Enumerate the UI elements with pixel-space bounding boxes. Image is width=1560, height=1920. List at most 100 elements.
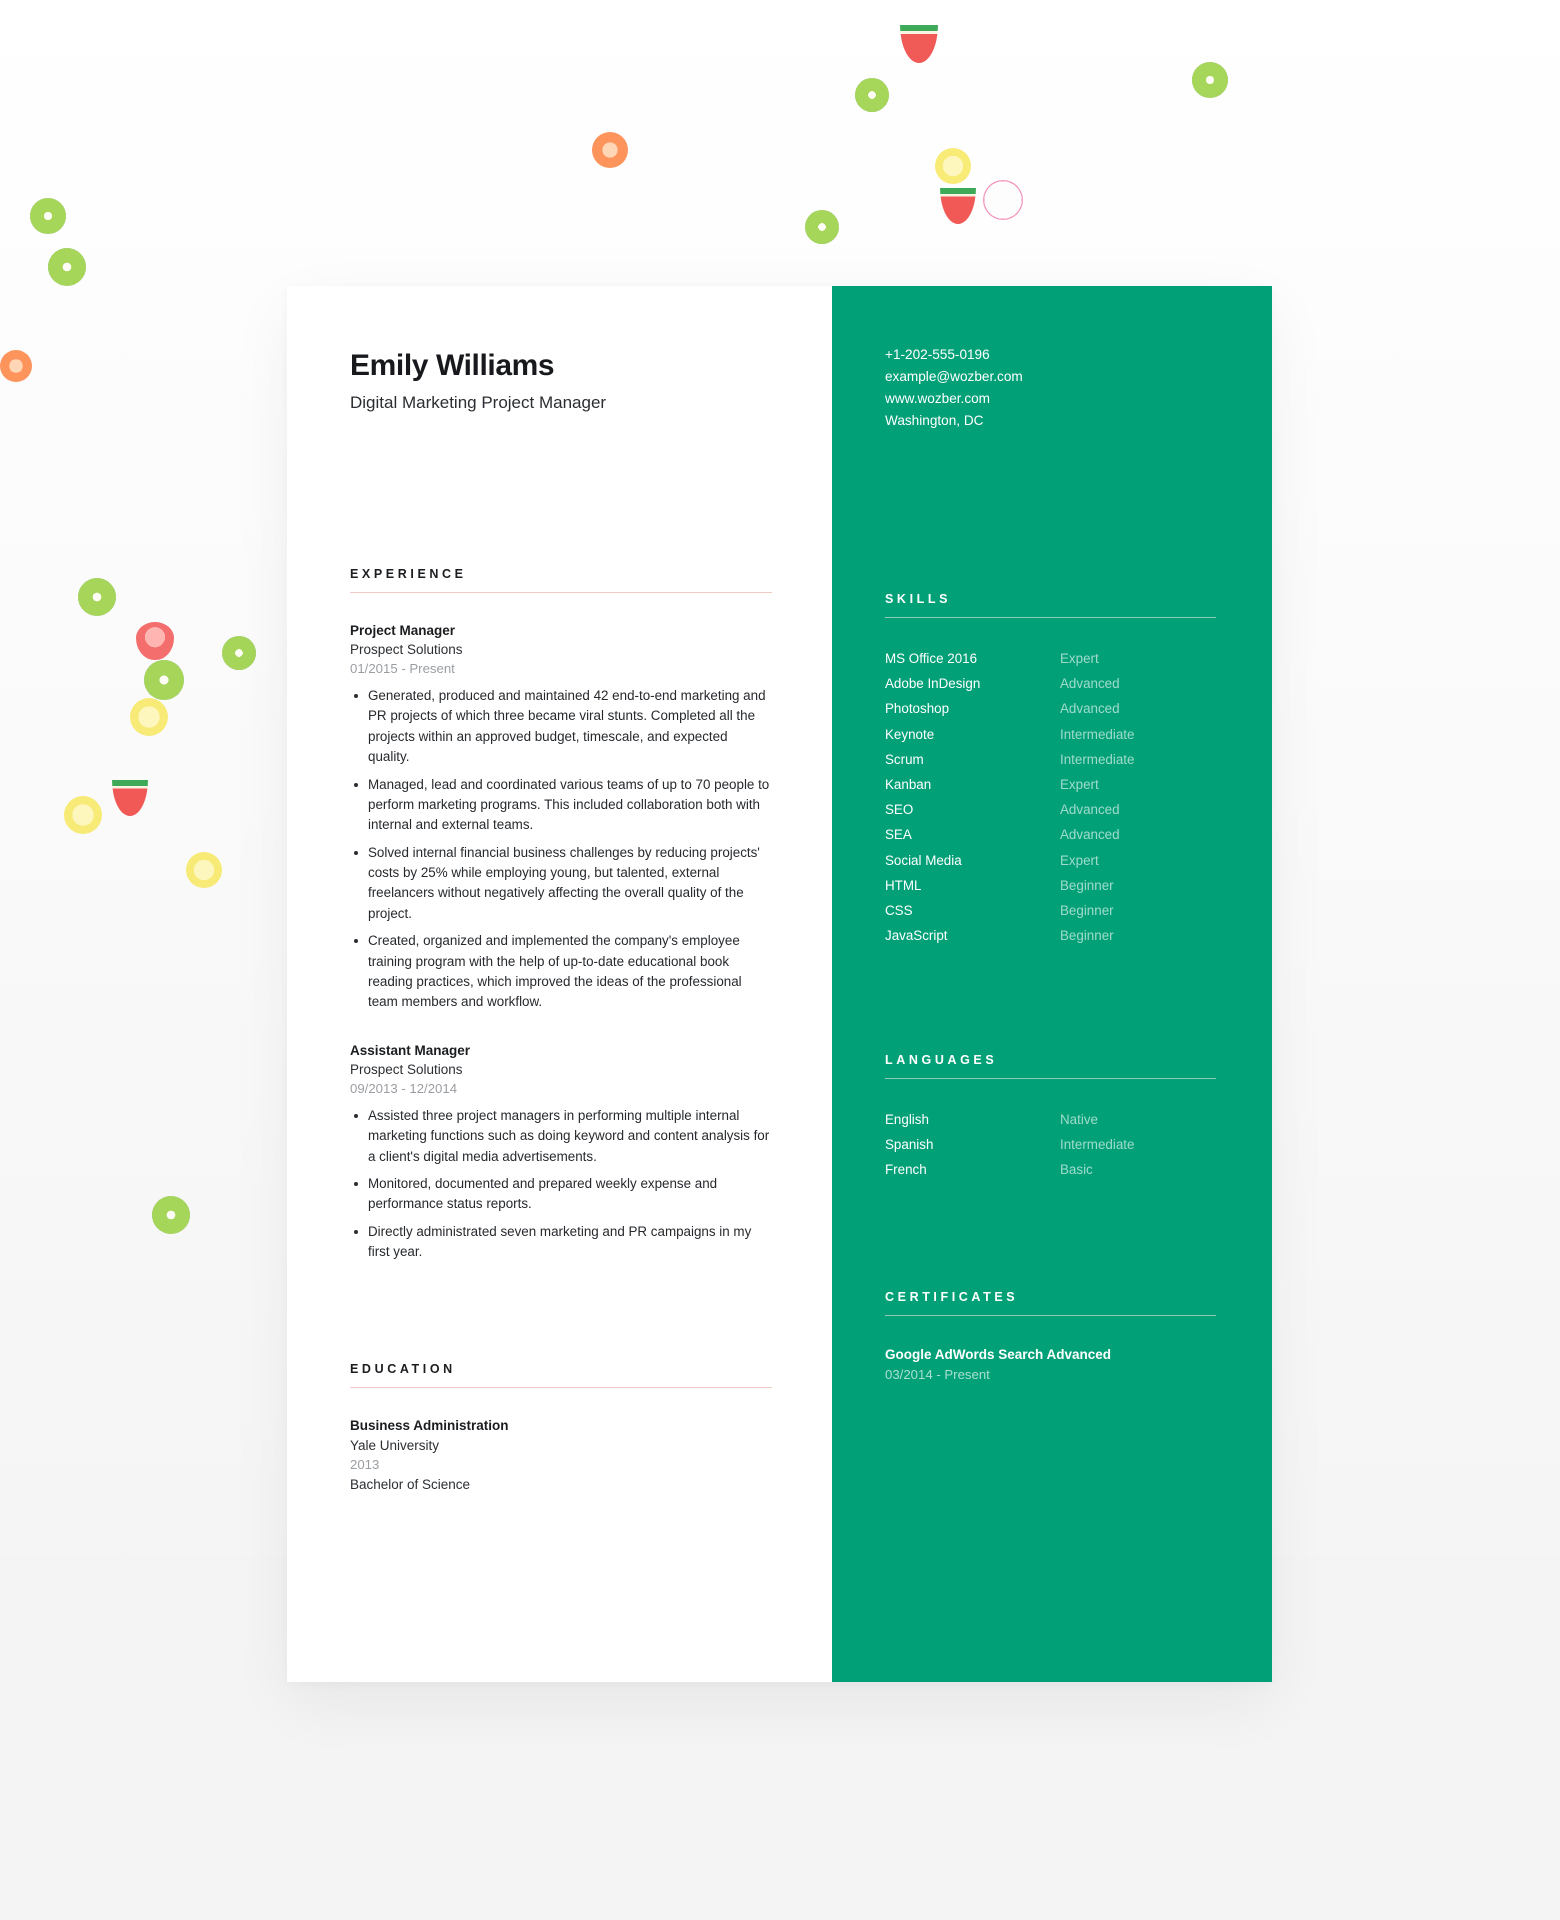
list-item: HTML Beginner bbox=[885, 873, 1216, 898]
skill-level: Advanced bbox=[1060, 701, 1120, 717]
kiwi-sticker bbox=[48, 248, 86, 286]
lemon-sticker bbox=[64, 796, 102, 834]
entry-bullet: Monitored, documented and prepared weekl… bbox=[354, 1174, 772, 1215]
list-item: JavaScript Beginner bbox=[885, 923, 1216, 948]
list-item: Social Media Expert bbox=[885, 848, 1216, 873]
kiwi-sticker bbox=[1192, 62, 1228, 98]
skill-level: Expert bbox=[1060, 651, 1099, 667]
skill-name: Adobe InDesign bbox=[885, 676, 981, 692]
languages-divider bbox=[885, 1077, 1216, 1079]
skill-level: Intermediate bbox=[1060, 751, 1135, 767]
orange-sticker bbox=[592, 132, 628, 168]
certificate-item: Google AdWords Search Advanced 03/2014 - … bbox=[885, 1345, 1216, 1384]
skill-level: Beginner bbox=[1060, 877, 1114, 893]
contact-email: example@wozber.com bbox=[885, 369, 1023, 385]
language-level: Native bbox=[1060, 1111, 1098, 1127]
orange-sticker bbox=[0, 350, 32, 382]
resume-entry: Project Manager Prospect Solutions 01/2015… bbox=[350, 621, 772, 1013]
entry-title: Project Manager bbox=[350, 623, 456, 638]
skill-name: Kanban bbox=[885, 777, 932, 793]
kiwi-sticker bbox=[855, 78, 889, 112]
education-divider bbox=[350, 1387, 772, 1389]
skill-name: Social Media bbox=[885, 852, 962, 868]
page-title: Emily Williams Digital Marketing Project… bbox=[350, 348, 772, 413]
list-item: Keynote Intermediate bbox=[885, 722, 1216, 747]
skill-level: Advanced bbox=[1060, 802, 1120, 818]
resume-sidebar: +1-202-555-0196 example@wozber.com www.w… bbox=[832, 286, 1272, 1682]
skill-level: Beginner bbox=[1060, 928, 1114, 944]
entry-date: 09/2013 - 12/2014 bbox=[350, 1081, 458, 1097]
skill-level: Expert bbox=[1060, 852, 1099, 868]
languages-list: English Native Spanish Intermediate French Ba… bbox=[885, 1107, 1216, 1183]
certificates-section: CERTIFICATES Google AdWords Search Advan… bbox=[885, 1290, 1216, 1384]
skill-name: CSS bbox=[885, 903, 913, 919]
skill-level: Intermediate bbox=[1060, 726, 1135, 742]
skill-name: SEO bbox=[885, 802, 914, 818]
list-item: Photoshop Advanced bbox=[885, 696, 1216, 721]
lemon-sticker bbox=[935, 148, 971, 184]
dragonfruit-sticker bbox=[983, 180, 1023, 220]
language-name: English bbox=[885, 1111, 929, 1127]
skill-level: Advanced bbox=[1060, 676, 1120, 692]
skill-name: Keynote bbox=[885, 726, 935, 742]
education-section: EDUCATION Business Administration Yale Un… bbox=[350, 1362, 772, 1494]
resume-page: Emily Williams Digital Marketing Project… bbox=[287, 286, 1272, 1682]
resume-main-column: Emily Williams Digital Marketing Project… bbox=[287, 286, 832, 1682]
entry-bullet-list: Generated, produced and maintained 42 en… bbox=[350, 686, 772, 1013]
resume-entry: Assistant Manager Prospect Solutions 09/20… bbox=[350, 1041, 772, 1263]
languages-heading: LANGUAGES bbox=[885, 1052, 998, 1067]
education-entry-list: Business Administration Yale University 20… bbox=[350, 1416, 772, 1494]
list-item: Spanish Intermediate bbox=[885, 1132, 1216, 1157]
entry-organization: Prospect Solutions bbox=[350, 1061, 463, 1077]
kiwi-sticker bbox=[152, 1196, 190, 1234]
kiwi-sticker bbox=[805, 210, 839, 244]
entry-date: 2013 bbox=[350, 1456, 380, 1472]
list-item: Adobe InDesign Advanced bbox=[885, 671, 1216, 696]
entry-bullet: Generated, produced and maintained 42 en… bbox=[354, 686, 772, 768]
certificates-heading: CERTIFICATES bbox=[885, 1290, 1019, 1305]
skill-name: JavaScript bbox=[885, 928, 948, 944]
certificates-divider bbox=[885, 1315, 1216, 1317]
skill-name: Scrum bbox=[885, 751, 924, 767]
entry-title: Business Administration bbox=[350, 1418, 509, 1434]
skill-level: Beginner bbox=[1060, 903, 1114, 919]
contact-block: +1-202-555-0196 example@wozber.com www.w… bbox=[885, 344, 1216, 432]
skill-level: Advanced bbox=[1060, 827, 1120, 843]
lemon-sticker bbox=[130, 698, 168, 736]
education-heading: EDUCATION bbox=[350, 1362, 456, 1377]
candidate-role: Digital Marketing Project Manager bbox=[350, 393, 607, 412]
skills-divider bbox=[885, 617, 1216, 619]
list-item: French Basic bbox=[885, 1157, 1216, 1182]
certificate-date: 03/2014 - Present bbox=[885, 1366, 990, 1382]
certificate-name: Google AdWords Search Advanced bbox=[885, 1347, 1112, 1363]
list-item: MS Office 2016 Expert bbox=[885, 646, 1216, 671]
language-level: Intermediate bbox=[1060, 1136, 1135, 1152]
entry-organization: Yale University bbox=[350, 1437, 440, 1453]
language-name: Spanish bbox=[885, 1136, 934, 1152]
experience-heading: EXPERIENCE bbox=[350, 567, 467, 581]
language-level: Basic bbox=[1060, 1161, 1093, 1177]
list-item: Scrum Intermediate bbox=[885, 747, 1216, 772]
entry-organization: Prospect Solutions bbox=[350, 642, 463, 658]
kiwi-sticker bbox=[144, 660, 184, 700]
experience-divider bbox=[350, 592, 772, 593]
skill-level: Expert bbox=[1060, 777, 1099, 793]
kiwi-sticker bbox=[78, 578, 116, 616]
certificates-list: Google AdWords Search Advanced 03/2014 - … bbox=[885, 1345, 1216, 1384]
entry-degree: Bachelor of Science bbox=[350, 1476, 471, 1492]
skill-name: Photoshop bbox=[885, 701, 950, 717]
entry-bullet: Created, organized and implemented the c… bbox=[354, 931, 772, 1013]
list-item: Kanban Expert bbox=[885, 772, 1216, 797]
entry-bullet: Solved internal financial business chall… bbox=[354, 843, 772, 925]
entry-bullet: Managed, lead and coordinated various te… bbox=[354, 775, 772, 836]
language-name: French bbox=[885, 1161, 927, 1177]
skills-heading: SKILLS bbox=[885, 592, 952, 607]
lemon-sticker bbox=[186, 852, 222, 888]
entry-bullet-list: Assisted three project managers in perfo… bbox=[350, 1106, 772, 1263]
contact-website: www.wozber.com bbox=[885, 391, 991, 407]
entry-title: Assistant Manager bbox=[350, 1042, 471, 1058]
entry-bullet: Directly administrated seven marketing a… bbox=[354, 1222, 772, 1263]
list-item: CSS Beginner bbox=[885, 898, 1216, 923]
experience-section: EXPERIENCE Project Manager Prospect Solut… bbox=[350, 567, 772, 1262]
contact-location: Washington, DC bbox=[885, 413, 984, 429]
